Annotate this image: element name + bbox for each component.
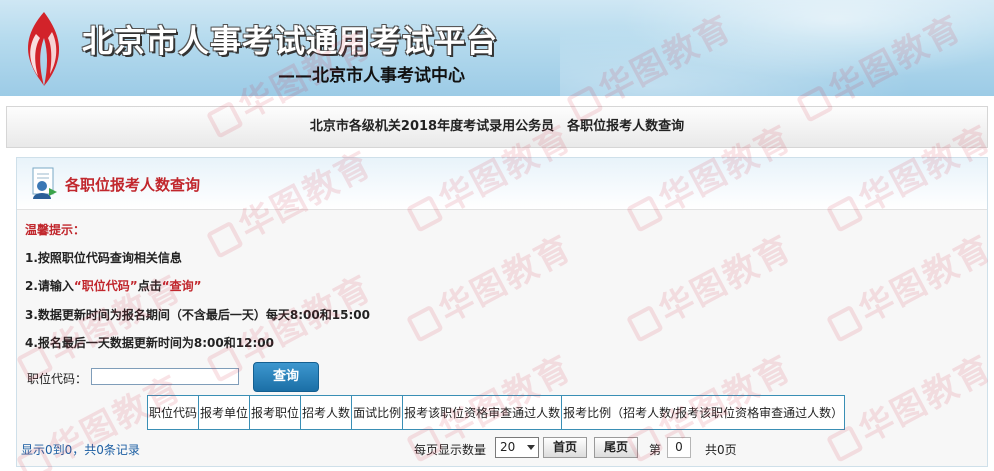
page-prefix: 第 (649, 443, 662, 457)
table-header-row: 职位代码 报考单位 报考职位 招考人数 面试比例 报考该职位资格审查通过人数 报… (146, 395, 846, 430)
chevron-down-icon (527, 445, 535, 450)
position-code-label: 职位代码： (27, 372, 88, 386)
record-count: 显示0到0，共0条记录 (21, 443, 140, 457)
tip-2-action: “查询” (161, 279, 202, 293)
panel-title: 各职位报考人数查询 (65, 176, 201, 194)
tip-4: 4.报名最后一天数据更新时间为8:00和12:00 (25, 336, 274, 350)
user-search-icon (32, 167, 57, 199)
column-header[interactable]: 面试比例 (351, 395, 404, 430)
flame-logo-icon (28, 12, 60, 86)
column-header[interactable]: 报考单位 (198, 395, 251, 430)
page-title-bar: 北京市各级机关2018年度考试录用公务员 各职位报考人数查询 (6, 106, 988, 148)
panel-header: 各职位报考人数查询 (17, 158, 987, 210)
position-code-input[interactable] (91, 368, 239, 385)
tip-1: 1.按照职位代码查询相关信息 (25, 251, 182, 265)
column-header[interactable]: 报考职位 (249, 395, 302, 430)
result-table: 职位代码 报考单位 报考职位 招考人数 面试比例 报考该职位资格审查通过人数 报… (146, 395, 846, 430)
tip-2: 2.请输入“职位代码”点击“查询” (25, 277, 202, 294)
column-header[interactable]: 报考该职位资格审查通过人数 (402, 395, 563, 430)
column-header[interactable]: 职位代码 (146, 395, 200, 430)
query-button[interactable]: 查询 (253, 362, 319, 392)
tips-heading: 温馨提示： (25, 223, 86, 237)
query-panel: 各职位报考人数查询 温馨提示： 1.按照职位代码查询相关信息 2.请输入“职位代… (16, 157, 988, 467)
page-number-input[interactable]: 0 (667, 437, 691, 458)
tip-3: 3.数据更新时间为报名期间（不含最后一天）每天8:00和15:00 (25, 308, 370, 322)
tip-2-mid: 点击 (137, 279, 162, 293)
banner-decoration (560, 0, 994, 96)
column-header[interactable]: 招考人数 (300, 395, 353, 430)
header-banner: 北京市人事考试通用考试平台 ——北京市人事考试中心 (0, 0, 994, 96)
column-header[interactable]: 报考比例（招考人数/报考该职位资格审查通过人数） (561, 395, 846, 430)
site-title: 北京市人事考试通用考试平台 (82, 24, 498, 60)
tip-2-field: “职位代码” (73, 279, 138, 293)
site-subtitle: ——北京市人事考试中心 (278, 66, 465, 86)
per-page-value: 20 (500, 440, 516, 454)
per-page-select[interactable]: 20 (495, 437, 539, 458)
first-page-button[interactable]: 首页 (543, 437, 587, 458)
last-page-button[interactable]: 尾页 (594, 437, 638, 458)
per-page-label: 每页显示数量 (414, 443, 487, 457)
tip-2-prefix: 2.请输入 (25, 279, 74, 293)
total-pages: 共0页 (705, 443, 737, 457)
